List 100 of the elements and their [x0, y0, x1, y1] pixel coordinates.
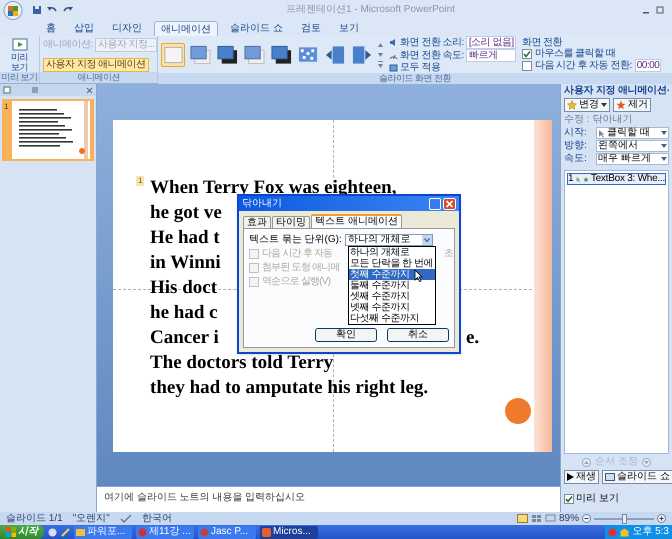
field-label: 방향: — [564, 140, 588, 152]
slide-show-button[interactable]: 슬라이드 쇼 — [602, 470, 672, 484]
slide-thumbnail[interactable] — [12, 101, 90, 159]
animate-label: 애니메이션: — [43, 39, 93, 51]
play-icon — [12, 38, 28, 52]
zoom-in-icon[interactable] — [657, 514, 666, 523]
app-icon — [138, 528, 147, 536]
speed-label: 화면 전환 속도: — [400, 50, 464, 61]
app-icon — [76, 528, 85, 536]
outline-tab-icon[interactable] — [31, 86, 39, 94]
ribbon-tab[interactable]: 삽입 — [68, 21, 100, 36]
slide-text: His doct — [150, 277, 218, 298]
ribbon-tab[interactable]: 검토 — [294, 21, 327, 36]
dropdown-option[interactable]: 셋째 수준까지 — [349, 291, 435, 302]
ribbon-tab[interactable]: 애니메이션 — [154, 21, 218, 36]
star-icon — [616, 100, 626, 110]
slide-icon — [389, 63, 398, 72]
slide-thumbnail-row[interactable]: 1 — [2, 99, 94, 161]
dialog-tab[interactable]: 효과 — [243, 216, 271, 228]
close-icon[interactable] — [86, 86, 93, 94]
field-dropdown[interactable]: 매우 빠르게 — [596, 153, 669, 165]
dropdown-option[interactable]: 다섯째 수준까지 — [349, 313, 435, 324]
dialog-tab[interactable]: 타이밍 — [272, 216, 310, 228]
notes-field[interactable]: 여기에 슬라이드 노트의 내용을 입력하십시오 — [97, 486, 560, 512]
dialog-button[interactable]: 확인 — [315, 328, 377, 342]
slideshow-view-icon[interactable] — [544, 514, 556, 523]
transition-icon — [243, 44, 265, 66]
dropdown-option[interactable]: 첫째 수준까지 — [349, 269, 435, 280]
change-button[interactable]: 변경 — [564, 98, 610, 112]
help-button[interactable] — [429, 198, 441, 210]
apply-all-button[interactable]: 모두 적용 — [389, 62, 516, 73]
transition-thumbnail[interactable] — [161, 42, 185, 66]
checkbox-label: 마우스를 클릭할 때 — [534, 48, 616, 59]
taskbar-button[interactable]: 제11강 ... — [136, 526, 194, 538]
zoom-slider-thumb[interactable] — [622, 514, 627, 524]
windows-logo-icon — [6, 527, 16, 537]
language-label: 한국어 — [142, 512, 172, 524]
ribbon-tab[interactable]: 디자인 — [106, 21, 148, 36]
remove-button[interactable]: 제거 — [613, 98, 651, 112]
taskbar-button[interactable]: 파워포... — [74, 526, 132, 538]
taskbar-button[interactable]: Micros... — [260, 526, 318, 538]
checkbox-label: 첨부된 도형 애니메 — [262, 262, 340, 274]
sorter-view-icon[interactable] — [530, 514, 542, 523]
transition-icon — [216, 44, 238, 66]
speed-dropdown[interactable]: 빠르게 — [466, 49, 516, 62]
preview-button[interactable]: 미리 보기 — [3, 38, 36, 72]
checkbox[interactable] — [522, 48, 532, 58]
play-button[interactable]: 재생 — [564, 470, 599, 484]
slide-text: in Winni — [150, 252, 221, 273]
caret-icon — [661, 144, 667, 148]
screen-icon — [605, 472, 615, 482]
dropdown-option[interactable]: 모든 단락을 한 번에 — [349, 258, 435, 269]
star-icon — [582, 174, 589, 184]
mouse-cursor-icon — [414, 269, 423, 282]
zoom-level: 89% — [558, 512, 579, 524]
ribbon-tab[interactable]: 보기 — [332, 21, 365, 36]
office-button[interactable] — [2, 0, 24, 20]
custom-animation-button[interactable]: 사용자 지정 애니메이션 — [43, 58, 149, 72]
spell-check-icon — [120, 514, 132, 523]
transition-icon — [189, 44, 211, 66]
time-field[interactable]: 00:00 — [634, 59, 662, 72]
ribbon-tab[interactable]: 홈 — [40, 21, 62, 36]
dropdown-option[interactable]: 넷째 수준까지 — [349, 302, 435, 313]
slide-text: he had c — [150, 302, 218, 323]
field-label: 속도: — [564, 153, 588, 165]
normal-view-icon[interactable] — [516, 514, 528, 523]
checkbox[interactable] — [522, 60, 532, 70]
dropdown-option[interactable]: 둘째 수준까지 — [349, 280, 435, 291]
zoom-out-icon[interactable] — [582, 514, 591, 523]
ribbon-tab[interactable]: 슬라이드 쇼 — [224, 21, 289, 36]
dialog-button[interactable]: 취소 — [387, 328, 449, 342]
maximize-icon[interactable] — [656, 6, 664, 14]
sound-dropdown[interactable]: [소리 없음] — [466, 36, 516, 49]
effect-item[interactable]: 1 TextBox 3: Whe... — [567, 173, 666, 185]
slides-tab-icon[interactable] — [3, 86, 11, 94]
save-icon[interactable] — [32, 5, 42, 15]
window-title: 프레젠테이션1 - Microsoft PowerPoint — [286, 4, 455, 16]
slide-text: e. — [466, 326, 480, 350]
dropdown-option[interactable]: 하나의 개체로 — [349, 247, 435, 258]
checkbox-label: 역순으로 실행(V) — [262, 276, 330, 288]
dialog-title: 닦아내기 — [242, 198, 282, 210]
star-icon — [567, 100, 577, 110]
dialog-tab[interactable]: 텍스트 애니메이션 — [311, 214, 402, 228]
slide-text: he got ve — [150, 202, 222, 223]
group-text-dropdown[interactable]: 하나의 개체로 — [344, 234, 433, 246]
group-label: 미리 보기 — [0, 72, 39, 83]
field-dropdown[interactable]: 클릭할 때 — [596, 127, 669, 139]
transition-icon — [324, 44, 346, 66]
checkbox-label: 다음 시간 후 자동 전환: — [534, 60, 632, 71]
checkbox-label: 다음 시간 후 자동 — [262, 248, 332, 260]
section-title: 화면 전환 — [522, 37, 564, 48]
checkmark-icon — [565, 495, 573, 503]
checkbox[interactable] — [564, 494, 574, 504]
taskbar-button[interactable]: Jasc P... — [198, 526, 256, 538]
play-icon — [567, 473, 574, 481]
field-dropdown[interactable]: 왼쪽에서 — [596, 140, 669, 152]
slide-text: The doctors told Terry — [150, 352, 334, 373]
slide-decoration — [504, 397, 532, 425]
checkmark-icon — [522, 50, 531, 58]
seconds-label: 초 — [444, 248, 454, 260]
